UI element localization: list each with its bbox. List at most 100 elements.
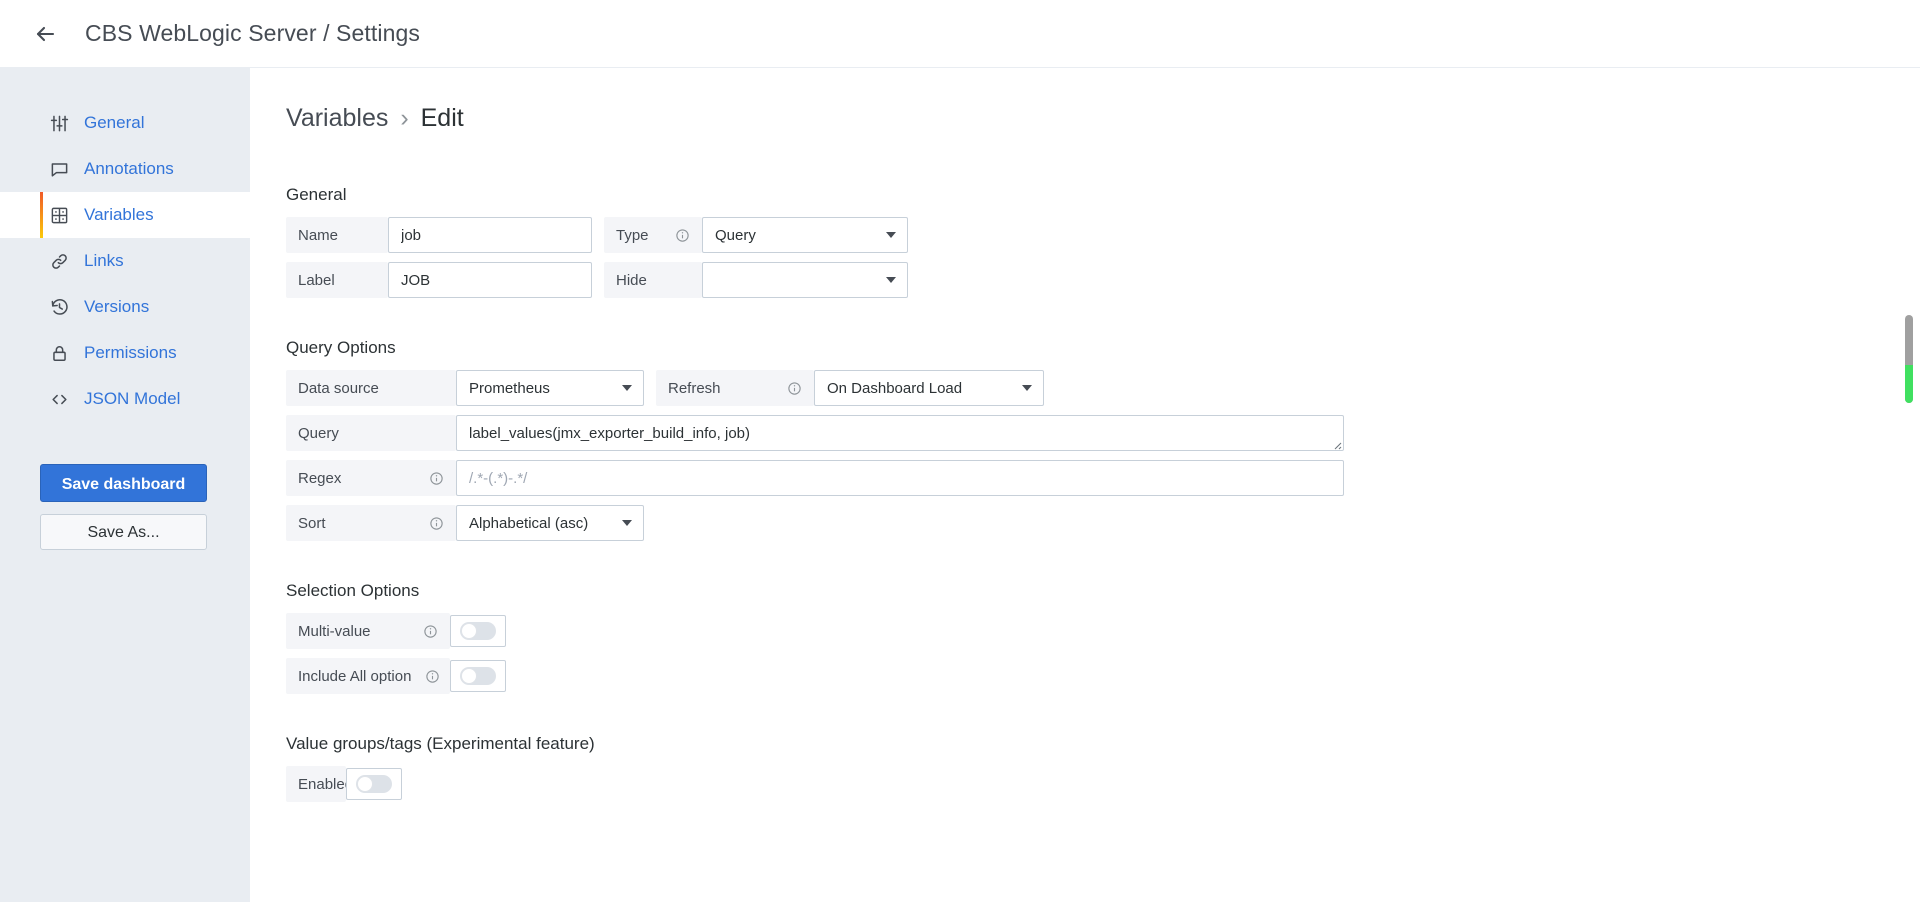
multi-value-label: Multi-value <box>286 613 450 649</box>
type-select[interactable]: Query <box>702 217 908 253</box>
datasource-label-text: Data source <box>298 379 379 397</box>
selection-options-section-title: Selection Options <box>286 581 420 600</box>
refresh-select[interactable]: On Dashboard Load <box>814 370 1044 406</box>
name-input[interactable] <box>388 217 592 253</box>
sidebar-item-label: Versions <box>84 297 150 316</box>
include-all-label-text: Include All option <box>298 667 412 685</box>
sort-label: Sort <box>286 505 456 541</box>
query-options-section-title: Query Options <box>286 338 396 357</box>
sidebar-item-variables[interactable]: Variables <box>0 192 250 238</box>
sidebar-item-versions[interactable]: Versions <box>0 284 250 330</box>
sidebar-item-json-model[interactable]: JSON Model <box>0 376 250 422</box>
query-options-section: Query Options Data source Prometheus Ref… <box>286 338 1920 541</box>
sliders-icon <box>48 112 70 134</box>
regex-row: Regex <box>286 460 1920 496</box>
sidebar-item-label: Permissions <box>84 343 177 362</box>
sidebar-item-permissions[interactable]: Permissions <box>0 330 250 376</box>
value-groups-section: Value groups/tags (Experimental feature)… <box>286 734 1920 802</box>
name-label-text: Name <box>298 226 339 244</box>
comment-icon <box>48 158 70 180</box>
refresh-info-icon[interactable] <box>773 381 802 396</box>
query-label: Query <box>286 415 456 451</box>
sort-select[interactable]: Alphabetical (asc) <box>456 505 644 541</box>
include-all-row: Include All option <box>286 658 1920 694</box>
sidebar-item-label: Annotations <box>84 159 174 178</box>
toggle-knob <box>461 623 477 639</box>
include-all-toggle[interactable] <box>450 660 506 692</box>
type-info-icon[interactable] <box>661 228 690 243</box>
value-groups-section-title: Value groups/tags (Experimental feature) <box>286 734 595 753</box>
link-icon <box>48 250 70 272</box>
main-layout: General Annotations Variables Links Vers… <box>0 68 1920 902</box>
chevron-down-icon <box>886 277 896 283</box>
enabled-label-text: Enabled <box>298 775 354 793</box>
sidebar-item-label: Links <box>84 251 124 270</box>
type-label: Type <box>604 217 702 253</box>
toggle-track <box>460 667 496 685</box>
multi-value-toggle[interactable] <box>450 615 506 647</box>
sort-label-text: Sort <box>298 514 326 532</box>
chevron-down-icon <box>1022 385 1032 391</box>
include-all-info-icon[interactable] <box>411 669 440 684</box>
query-label-text: Query <box>298 424 339 442</box>
chevron-down-icon <box>886 232 896 238</box>
sort-info-icon[interactable] <box>415 516 444 531</box>
back-button[interactable] <box>24 13 66 55</box>
name-label: Name <box>286 217 388 253</box>
hide-label-text: Hide <box>616 271 647 289</box>
label-label: Label <box>286 262 388 298</box>
scrollbar-indicator <box>1905 365 1913 403</box>
datasource-label: Data source <box>286 370 456 406</box>
general-section: General Name Type <box>286 185 1920 298</box>
type-select-value: Query <box>715 226 756 244</box>
sidebar-item-links[interactable]: Links <box>0 238 250 284</box>
save-as-button[interactable]: Save As... <box>40 514 207 550</box>
sidebar-item-label: Variables <box>84 205 154 224</box>
sidebar-item-annotations[interactable]: Annotations <box>0 146 250 192</box>
sidebar-item-label: JSON Model <box>84 389 181 408</box>
refresh-label: Refresh <box>656 370 814 406</box>
hide-select[interactable] <box>702 262 908 298</box>
code-icon <box>48 388 70 410</box>
label-hide-row: Label Hide <box>286 262 1920 298</box>
value-groups-enabled-toggle[interactable] <box>346 768 402 800</box>
breadcrumb: Variables › Edit <box>286 104 1920 133</box>
settings-sidebar: General Annotations Variables Links Vers… <box>0 68 250 902</box>
regex-label: Regex <box>286 460 456 496</box>
toggle-knob <box>357 776 373 792</box>
query-input[interactable]: label_values(jmx_exporter_build_info, jo… <box>456 415 1344 451</box>
breadcrumb-separator: › <box>400 104 409 132</box>
save-dashboard-button[interactable]: Save dashboard <box>40 464 207 502</box>
regex-info-icon[interactable] <box>415 471 444 486</box>
datasource-refresh-row: Data source Prometheus Refresh On Dashbo… <box>286 370 1920 406</box>
regex-input[interactable] <box>456 460 1344 496</box>
sidebar-item-general[interactable]: General <box>0 100 250 146</box>
breadcrumb-root[interactable]: Variables <box>286 104 388 132</box>
name-type-row: Name Type Query <box>286 217 1920 253</box>
top-bar: CBS WebLogic Server / Settings <box>0 0 1920 68</box>
settings-content: Variables › Edit General Name Type <box>250 68 1920 902</box>
selection-options-section: Selection Options Multi-value Include Al… <box>286 581 1920 694</box>
general-section-title: General <box>286 185 347 204</box>
multi-value-label-text: Multi-value <box>298 622 371 640</box>
query-row: Query label_values(jmx_exporter_build_in… <box>286 415 1920 451</box>
scrollbar-thumb[interactable] <box>1905 315 1913 403</box>
label-label-text: Label <box>298 271 335 289</box>
chevron-down-icon <box>622 385 632 391</box>
arrow-left-icon <box>33 22 57 46</box>
sort-row: Sort Alphabetical (asc) <box>286 505 1920 541</box>
table-icon <box>48 204 70 226</box>
toggle-knob <box>461 668 477 684</box>
toggle-track <box>356 775 392 793</box>
datasource-select[interactable]: Prometheus <box>456 370 644 406</box>
history-icon <box>48 296 70 318</box>
sidebar-item-label: General <box>84 113 145 132</box>
label-input[interactable] <box>388 262 592 298</box>
enabled-label: Enabled <box>286 766 353 802</box>
hide-label: Hide <box>604 262 702 298</box>
multi-value-info-icon[interactable] <box>409 624 438 639</box>
enabled-row: Enabled <box>286 766 1920 802</box>
page-scrollbar[interactable] <box>1903 0 1915 902</box>
page-title: CBS WebLogic Server / Settings <box>85 20 420 46</box>
multi-value-row: Multi-value <box>286 613 1920 649</box>
